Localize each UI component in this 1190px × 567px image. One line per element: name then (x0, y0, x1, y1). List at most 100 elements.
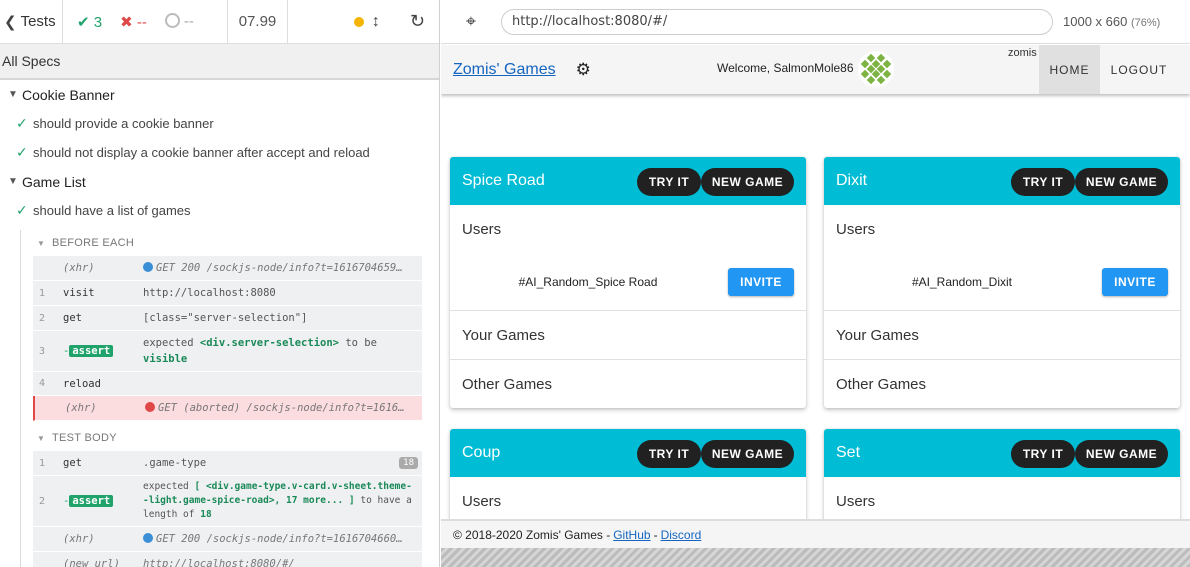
command-message: expected <div.server-selection> to be vi… (143, 331, 422, 371)
game-title: Dixit (836, 172, 868, 189)
card-header: Spice Road TRY IT NEW GAME (450, 157, 806, 205)
command-name: (xhr) (63, 533, 95, 545)
welcome-text: Welcome, SalmonMole86 (717, 61, 854, 75)
url-display[interactable]: http://localhost:8080/#/ (501, 8, 1053, 35)
tests-back-button[interactable]: ❮ Tests (0, 0, 63, 43)
command-name: visit (63, 287, 95, 299)
xhr-status-dot-icon (143, 262, 153, 272)
game-card-coup: Coup TRY IT NEW GAME Users (450, 429, 806, 519)
command-number: 1 (38, 457, 46, 469)
gear-icon[interactable]: ⚙ (576, 60, 591, 80)
users-section-label: Users (836, 221, 876, 238)
assert-badge: assert (69, 495, 114, 507)
game-title: Set (836, 444, 861, 461)
command-row-failed[interactable]: (xhr) GET (aborted) /sockjs-node/info?t=… (33, 396, 422, 421)
ai-player-name: #AI_Random_Dixit (911, 275, 1013, 289)
msg-pre: expected (143, 337, 194, 349)
caret-down-icon: ▼ (8, 176, 18, 187)
command-row[interactable]: 2 get [class="server-selection"] (33, 306, 422, 331)
try-it-button[interactable]: TRY IT (1011, 440, 1075, 468)
duration: 07.99 (228, 0, 288, 43)
discord-link[interactable]: Discord (661, 528, 702, 542)
command-message: [class="server-selection"] (143, 312, 308, 324)
new-game-button[interactable]: NEW GAME (701, 440, 794, 468)
command-row[interactable]: (xhr) GET 200 /sockjs-node/info?t=161670… (33, 527, 422, 552)
command-message (143, 380, 422, 388)
test-body-header[interactable]: ▼ TEST BODY (33, 425, 422, 451)
chevron-left-icon: ❮ (4, 13, 17, 31)
test-item[interactable]: ✓ should not display a cookie banner aft… (0, 138, 439, 167)
msg-mid: to be (345, 337, 377, 349)
command-row[interactable]: (xhr) GET 200 /sockjs-node/info?t=161670… (33, 256, 422, 281)
command-message: http://localhost:8080/#/ (143, 558, 295, 567)
msg-pre: expected (143, 481, 189, 492)
app-footer: © 2018-2020 Zomis' Games - GitHub - Disc… (441, 520, 1190, 548)
command-log: ▼ BEFORE EACH (xhr) GET 200 /sockjs-node… (20, 230, 422, 567)
command-row[interactable]: 3 - assert expected <div.server-selection… (33, 331, 422, 372)
command-row[interactable]: (new url) http://localhost:8080/#/ (33, 552, 422, 567)
try-it-button[interactable]: TRY IT (637, 440, 701, 468)
section-label: TEST BODY (52, 432, 117, 444)
nav-home-button[interactable]: HOME (1039, 45, 1100, 94)
before-each-header[interactable]: ▼ BEFORE EACH (33, 230, 422, 256)
suite-cookie-banner[interactable]: ▼ Cookie Banner (0, 80, 439, 109)
try-it-button[interactable]: TRY IT (1011, 168, 1075, 196)
section-label: BEFORE EACH (52, 237, 135, 249)
test-title: should have a list of games (33, 203, 191, 218)
game-card-spice-road: Spice Road TRY IT NEW GAME Users #AI_Ran… (450, 157, 806, 408)
command-number: 2 (38, 312, 46, 324)
command-number: 2 (38, 495, 46, 507)
command-row[interactable]: 2 - assert expected [ <div.game-type.v-ca… (33, 476, 422, 527)
game-card-dixit: Dixit TRY IT NEW GAME Users #AI_Random_D… (824, 157, 1180, 408)
users-section-label: Users (462, 493, 502, 510)
other-games-row[interactable]: Other Games (450, 359, 806, 408)
command-name: get (63, 457, 82, 469)
check-icon: ✓ (16, 144, 28, 160)
github-link[interactable]: GitHub (613, 528, 650, 542)
test-item[interactable]: ✓ should provide a cookie banner (0, 109, 439, 138)
command-row[interactable]: 1 visit http://localhost:8080 (33, 281, 422, 306)
test-item[interactable]: ✓ should have a list of games (0, 196, 439, 225)
card-header: Coup TRY IT NEW GAME (450, 429, 806, 477)
xhr-status-dot-icon (143, 533, 153, 543)
xhr-failed-dot-icon (145, 402, 155, 412)
viewport-size[interactable]: 1000 x 660 (76%) (1063, 14, 1160, 29)
scroll-toggle-icon[interactable]: ↕ (372, 13, 380, 31)
invite-button[interactable]: INVITE (1102, 268, 1168, 296)
suite-title: Game List (22, 173, 86, 190)
pending-ring-icon (164, 13, 180, 28)
try-it-button[interactable]: TRY IT (637, 168, 701, 196)
all-specs-header[interactable]: All Specs (0, 44, 439, 80)
your-games-row[interactable]: Your Games (450, 310, 806, 359)
test-title: should provide a cookie banner (33, 116, 214, 131)
nav-logout-button[interactable]: LOGOUT (1100, 45, 1178, 94)
app-toolbar: Zomis' Games ⚙ Welcome, SalmonMole86 zom… (441, 45, 1190, 94)
passed-value: 3 (93, 13, 103, 31)
command-message: GET 200 /sockjs-node/info?t=1616704660… (143, 527, 422, 551)
command-name: (xhr) (65, 402, 97, 414)
avatar (858, 51, 894, 87)
other-games-row[interactable]: Other Games (824, 359, 1180, 408)
command-message: GET 200 /sockjs-node/info?t=1616704659… (143, 256, 422, 280)
invite-button[interactable]: INVITE (728, 268, 794, 296)
test-runner-panel: ❮ Tests ✔ 3 ✖ -- -- 07.99 ↕ ↻ All Specs … (0, 0, 440, 567)
game-title: Spice Road (462, 172, 545, 189)
your-games-row[interactable]: Your Games (824, 310, 1180, 359)
command-row[interactable]: 1 get .game-type 18 (33, 451, 422, 476)
stats-bar: ❮ Tests ✔ 3 ✖ -- -- 07.99 ↕ ↻ (0, 0, 439, 44)
new-game-button[interactable]: NEW GAME (1075, 440, 1168, 468)
new-game-button[interactable]: NEW GAME (701, 168, 794, 196)
selector-playground-icon[interactable]: ⌖ (441, 11, 501, 32)
command-name: (xhr) (63, 262, 95, 274)
aut-url-bar: ⌖ http://localhost:8080/#/ 1000 x 660 (7… (441, 0, 1190, 44)
username: zomis (1008, 47, 1037, 59)
ai-player-name: #AI_Random_Spice Road (518, 275, 658, 289)
command-name: - assert (51, 495, 143, 507)
brand-link[interactable]: Zomis' Games (453, 61, 556, 79)
reload-icon[interactable]: ↻ (410, 11, 425, 32)
new-game-button[interactable]: NEW GAME (1075, 168, 1168, 196)
check-icon: ✓ (16, 115, 28, 131)
command-row[interactable]: 4 reload (33, 372, 422, 396)
suite-game-list[interactable]: ▼ Game List (0, 167, 439, 196)
command-name: get (63, 312, 82, 324)
